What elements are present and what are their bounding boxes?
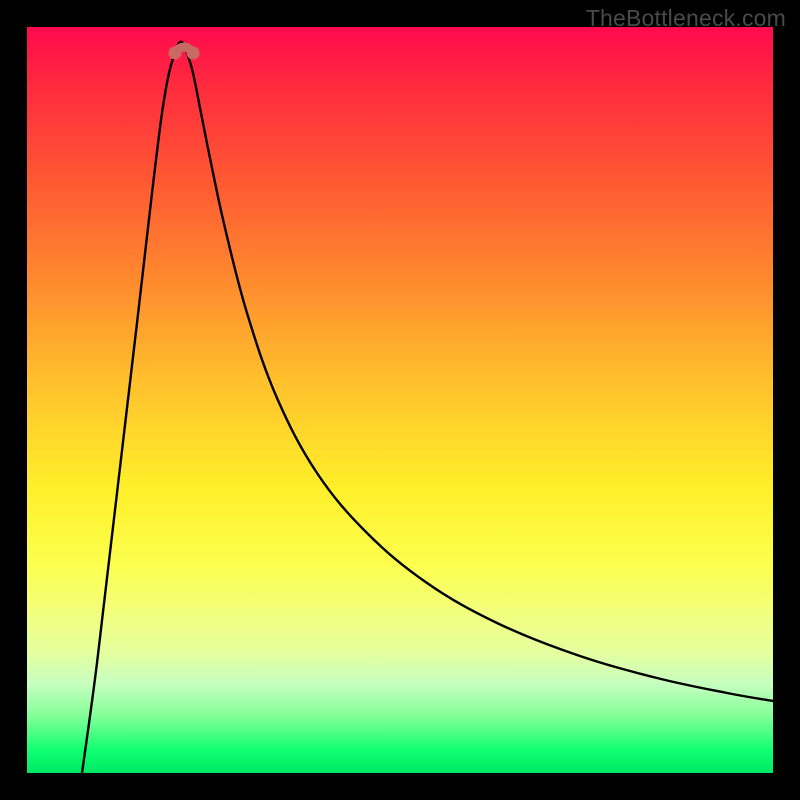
chart-frame: TheBottleneck.com xyxy=(0,0,800,800)
bottleneck-curve xyxy=(82,42,773,773)
chart-svg xyxy=(27,27,773,773)
curve-marker xyxy=(169,47,182,60)
watermark-text: TheBottleneck.com xyxy=(586,5,786,32)
plot-area xyxy=(27,27,773,773)
curve-marker xyxy=(187,47,200,60)
